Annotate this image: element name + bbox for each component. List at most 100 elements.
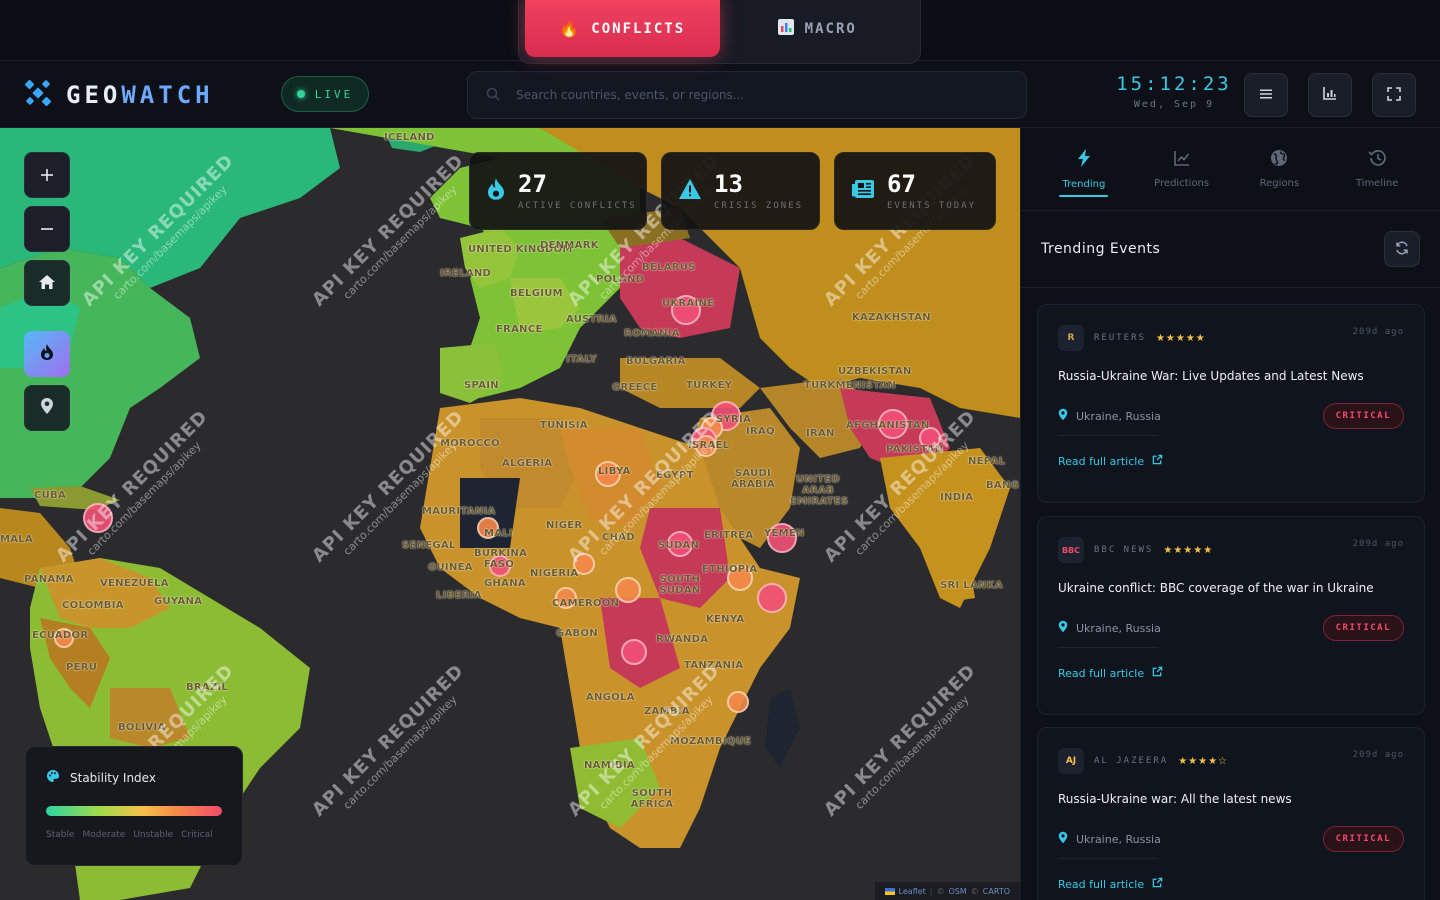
label-colombia: COLOMBIA [62,600,124,611]
event-timestamp: 209d ago [1352,327,1404,337]
bar-chart-icon [777,18,795,40]
label-cameroon: CAMEROON [552,598,620,609]
label-france: FRANCE [496,324,543,335]
tab-macro[interactable]: MACRO [720,0,915,57]
label-ecuador: ECUADOR [32,630,89,641]
label-ethiopia: ETHIOPIA [702,564,758,575]
tab-regions[interactable]: Regions [1231,128,1329,210]
heat-layer-button[interactable] [24,331,70,377]
newspaper-icon [851,179,875,203]
attribution-leaflet-link[interactable]: Leaflet [899,887,926,896]
event-card[interactable]: BBC BBC NEWS ★★★★★ 209d ago Ukraine conf… [1037,516,1425,715]
event-title[interactable]: Ukraine conflict: BBC coverage of the wa… [1058,581,1404,595]
legend-title: Stability Index [46,769,222,786]
tab-regions-label: Regions [1259,178,1300,189]
label-eritrea: ERITREA [704,530,754,541]
stat-events-today-value: 67 [887,170,916,198]
attribution-osm-link[interactable]: OSM [949,887,967,896]
tab-trending[interactable]: Trending [1035,128,1133,210]
fullscreen-button[interactable] [1372,73,1416,117]
label-bang: BANG [986,480,1020,491]
label-burkina-faso: BURKINA FASO [474,548,528,570]
read-article-link[interactable]: Read full article [1058,454,1404,468]
fire-icon: 🔥 [559,19,582,38]
stats-button[interactable] [1308,73,1352,117]
stat-crisis-zones: 13 CRISIS ZONES [661,152,820,230]
tab-timeline[interactable]: Timeline [1328,128,1426,210]
live-dot-icon [296,90,305,98]
refresh-icon [1395,240,1409,259]
label-venezuela: VENEZUELA [100,578,169,589]
external-link-icon [1152,666,1163,680]
read-article-label: Read full article [1058,454,1145,468]
panel-title: Trending Events [1041,241,1161,257]
tab-conflicts[interactable]: 🔥 CONFLICTS [525,0,720,57]
label-italy: ITALY [566,354,598,365]
map-pin-icon [1058,620,1068,636]
side-panel: Trending Predictions Regions Timeline Tr… [1020,128,1440,900]
label-saudi-arabia: SAUDI ARABIA [730,468,776,490]
event-location-text: Ukraine, Russia [1076,621,1161,635]
label-mozambique: MOZAMBIQUE [670,736,752,747]
stat-events-today: 67 EVENTS TODAY [834,152,996,230]
label-kenya: KENYA [706,614,745,625]
event-location: Ukraine, Russia [1058,408,1161,424]
read-article-label: Read full article [1058,666,1145,680]
zoom-in-button[interactable] [24,152,70,198]
refresh-button[interactable] [1384,231,1420,267]
tab-predictions[interactable]: Predictions [1133,128,1231,210]
logo[interactable]: GEOWATCH [24,79,214,111]
minus-icon [40,217,54,242]
label-sri-lanka: SRI LANKA [940,580,1003,591]
stat-active-conflicts-label: ACTIVE CONFLICTS [518,201,637,211]
label-belarus: BELARUS [642,262,696,273]
label-libya: LIBYA [598,466,631,477]
flame-icon [486,177,506,205]
stat-crisis-zones-label: CRISIS ZONES [714,201,804,211]
read-article-link[interactable]: Read full article [1058,877,1404,891]
search-input[interactable] [516,88,996,102]
logo-text: GEOWATCH [66,81,214,109]
label-india: INDIA [940,492,974,503]
event-timestamp: 209d ago [1352,750,1404,760]
event-location: Ukraine, Russia [1058,620,1161,636]
markers-layer-button[interactable] [24,385,70,431]
panel-tabs: Trending Predictions Regions Timeline [1021,128,1440,211]
clock-date: Wed, Sep 9 [1133,99,1215,110]
tab-trending-label: Trending [1062,179,1106,190]
flag-icon [884,887,895,895]
tab-conflicts-label: CONFLICTS [591,20,686,37]
home-button[interactable] [24,260,70,306]
map[interactable]: ICELAND UNITED KINGDOM IRELAND DENMARK B… [0,128,1020,900]
palette-icon [46,769,60,786]
label-south-sudan: SOUTH SUDAN [659,574,701,596]
fullscreen-icon [1387,86,1401,105]
event-card[interactable]: R REUTERS ★★★★★ 209d ago Russia-Ukraine … [1037,304,1425,503]
read-article-link[interactable]: Read full article [1058,666,1404,680]
attribution-carto-link[interactable]: CARTO [983,887,1010,896]
legend-label-critical: Critical [181,830,213,840]
external-link-icon [1152,454,1163,468]
menu-button[interactable] [1244,73,1288,117]
severity-badge: CRITICAL [1322,615,1404,641]
event-title[interactable]: Russia-Ukraine war: All the latest news [1058,792,1404,806]
label-ireland: IRELAND [440,268,492,279]
reliability-stars: ★★★★☆ [1178,755,1229,767]
home-icon [38,271,56,296]
event-title[interactable]: Russia-Ukraine War: Live Updates and Lat… [1058,369,1404,383]
label-mali: MALI [484,528,513,539]
label-romania: ROMANIA [624,328,680,339]
legend-title-text: Stability Index [70,770,156,785]
label-algeria: ALGERIA [502,458,553,469]
label-kazakhstan: KAZAKHSTAN [852,312,931,323]
logo-text-part1: GEO [66,81,122,109]
warning-icon [678,178,702,204]
label-mala: MALA [0,534,34,545]
label-guinea: GUINEA [428,562,473,573]
event-card[interactable]: AJ AL JAZEERA ★★★★☆ 209d ago Russia-Ukra… [1037,727,1425,900]
tab-timeline-label: Timeline [1355,178,1399,189]
event-location-text: Ukraine, Russia [1076,409,1161,423]
source-name: REUTERS [1094,333,1146,343]
label-mauritania: MAURITANIA [422,506,496,517]
zoom-out-button[interactable] [24,206,70,252]
